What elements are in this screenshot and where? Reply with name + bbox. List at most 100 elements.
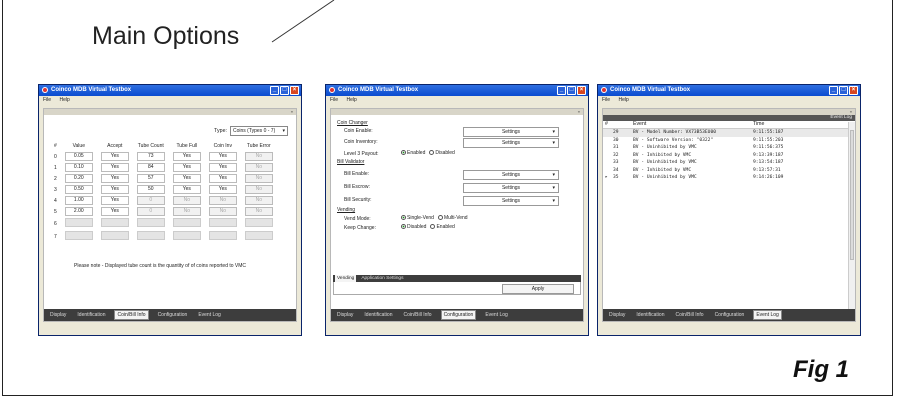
tab-configuration[interactable]: Configuration: [440, 310, 477, 320]
tab-display[interactable]: Display: [48, 311, 68, 319]
list-item[interactable]: 29 BV - Model Number: VX73B53EU00 9:11:55:…: [603, 129, 855, 137]
cell-value[interactable]: 0.10: [64, 163, 93, 172]
menu-help[interactable]: Help: [346, 97, 356, 103]
cell-value[interactable]: 0.05: [64, 152, 93, 161]
list-item[interactable]: 33 BV - Uninhibited by VMC 9:13:54:187: [603, 159, 855, 167]
tab-configuration[interactable]: Configuration: [713, 311, 747, 319]
cell-value[interactable]: Yes: [208, 174, 237, 183]
tab-identification[interactable]: Identification: [634, 311, 666, 319]
title-bar[interactable]: Coinco MDB Virtual Testbox _ □ ×: [39, 85, 301, 96]
single-vend-option[interactable]: Single-Vend: [401, 215, 434, 221]
tab-coin-bill-info[interactable]: Coin/Bill Info: [114, 310, 149, 320]
cell-value[interactable]: Yes: [208, 185, 237, 194]
subtab-application-settings[interactable]: Application Settings: [361, 275, 403, 282]
cell-value[interactable]: [172, 218, 201, 227]
cell-value[interactable]: 73: [136, 152, 165, 161]
cell-value[interactable]: 50: [136, 185, 165, 194]
close-icon[interactable]: ×: [577, 86, 586, 95]
cell-value[interactable]: Yes: [100, 196, 129, 205]
vending-section[interactable]: Vending: [337, 207, 355, 213]
cell-value[interactable]: No: [244, 163, 273, 172]
cell-value[interactable]: Yes: [208, 163, 237, 172]
cell-value[interactable]: Yes: [100, 174, 129, 183]
cell-value[interactable]: No: [208, 207, 237, 216]
tab-display[interactable]: Display: [607, 311, 627, 319]
tab-display[interactable]: Display: [335, 311, 355, 319]
coin-changer-section[interactable]: Coin Changer: [337, 120, 368, 126]
title-bar[interactable]: Coinco MDB Virtual Testbox _ □ ×: [598, 85, 860, 96]
cell-value[interactable]: Yes: [100, 152, 129, 161]
minimize-icon[interactable]: _: [557, 86, 566, 95]
coin-enable-settings[interactable]: Settings: [463, 127, 559, 137]
cell-value[interactable]: No: [172, 207, 201, 216]
tab-identification[interactable]: Identification: [362, 311, 394, 319]
maximize-icon[interactable]: □: [839, 86, 848, 95]
cell-value[interactable]: 84: [136, 163, 165, 172]
cell-value[interactable]: [244, 231, 273, 240]
menu-file[interactable]: File: [330, 97, 338, 103]
minimize-icon[interactable]: _: [270, 86, 279, 95]
list-item[interactable]: 32 BV - Inhibited by VMC 9:13:39:187: [603, 152, 855, 160]
menu-file[interactable]: File: [43, 97, 51, 103]
tab-event-log[interactable]: Event Log: [753, 310, 782, 320]
cell-value[interactable]: No: [208, 196, 237, 205]
list-item[interactable]: 31 BV - Uninhibited by VMC 9:11:56:375: [603, 144, 855, 152]
list-item[interactable]: 30 BV - Software Version: "0322" 9:11:55:2…: [603, 137, 855, 145]
subtab-vending[interactable]: Vending: [335, 275, 357, 282]
cell-value[interactable]: No: [244, 185, 273, 194]
bill-enable-settings[interactable]: Settings: [463, 170, 559, 180]
cell-value[interactable]: [100, 231, 129, 240]
cell-value[interactable]: 1.00: [64, 196, 93, 205]
tab-event-log[interactable]: Event Log: [483, 311, 510, 319]
cell-value[interactable]: Yes: [208, 152, 237, 161]
cell-value[interactable]: No: [244, 152, 273, 161]
list-item[interactable]: 34 BV - Inhibited by VMC 9:13:57:31: [603, 167, 855, 175]
cell-value[interactable]: 57: [136, 174, 165, 183]
list-item[interactable]: ▸ 35 BV - Uninhibited by VMC 9:14:26:109: [603, 174, 855, 182]
cell-value[interactable]: 2.00: [64, 207, 93, 216]
cell-value[interactable]: [64, 218, 93, 227]
maximize-icon[interactable]: □: [567, 86, 576, 95]
multi-vend-option[interactable]: Multi-Vend: [437, 215, 468, 221]
cell-value[interactable]: [208, 231, 237, 240]
cell-value[interactable]: 0.50: [64, 185, 93, 194]
menu-help[interactable]: Help: [59, 97, 69, 103]
tab-identification[interactable]: Identification: [75, 311, 107, 319]
cell-value[interactable]: [208, 218, 237, 227]
tab-coin-bill-info[interactable]: Coin/Bill Info: [401, 311, 433, 319]
cell-value[interactable]: [100, 218, 129, 227]
cell-value[interactable]: Yes: [100, 207, 129, 216]
cell-value[interactable]: [136, 231, 165, 240]
cell-value[interactable]: Yes: [172, 152, 201, 161]
cell-value[interactable]: 0: [136, 196, 165, 205]
cell-value[interactable]: No: [172, 196, 201, 205]
cell-value[interactable]: Yes: [172, 163, 201, 172]
log-scrollbar[interactable]: [848, 122, 855, 321]
bill-security-settings[interactable]: Settings: [463, 196, 559, 206]
keep-change-disabled-option[interactable]: Disabled: [401, 224, 426, 230]
cell-value[interactable]: Yes: [172, 174, 201, 183]
cell-value[interactable]: 0: [136, 207, 165, 216]
cell-value[interactable]: No: [244, 196, 273, 205]
tab-event-log[interactable]: Event Log: [196, 311, 223, 319]
menu-file[interactable]: File: [602, 97, 610, 103]
level3-disabled-option[interactable]: Disabled: [429, 150, 455, 156]
cell-value[interactable]: 0.20: [64, 174, 93, 183]
cell-value[interactable]: [244, 218, 273, 227]
minimize-icon[interactable]: _: [829, 86, 838, 95]
cell-value[interactable]: Yes: [100, 185, 129, 194]
cell-value[interactable]: Yes: [100, 163, 129, 172]
keep-change-enabled-option[interactable]: Enabled: [430, 224, 455, 230]
bill-escrow-settings[interactable]: Settings: [463, 183, 559, 193]
type-select[interactable]: Coins (Types 0 - 7): [230, 126, 288, 136]
cell-value[interactable]: [64, 231, 93, 240]
title-bar[interactable]: Coinco MDB Virtual Testbox _ □ ×: [326, 85, 588, 96]
cell-value[interactable]: Yes: [172, 185, 201, 194]
menu-help[interactable]: Help: [618, 97, 628, 103]
tab-configuration[interactable]: Configuration: [156, 311, 190, 319]
apply-button[interactable]: Apply: [502, 284, 574, 294]
level3-enabled-option[interactable]: Enabled: [401, 150, 425, 156]
close-icon[interactable]: ×: [290, 86, 299, 95]
coin-inventory-settings[interactable]: Settings: [463, 138, 559, 148]
cell-value[interactable]: No: [244, 174, 273, 183]
